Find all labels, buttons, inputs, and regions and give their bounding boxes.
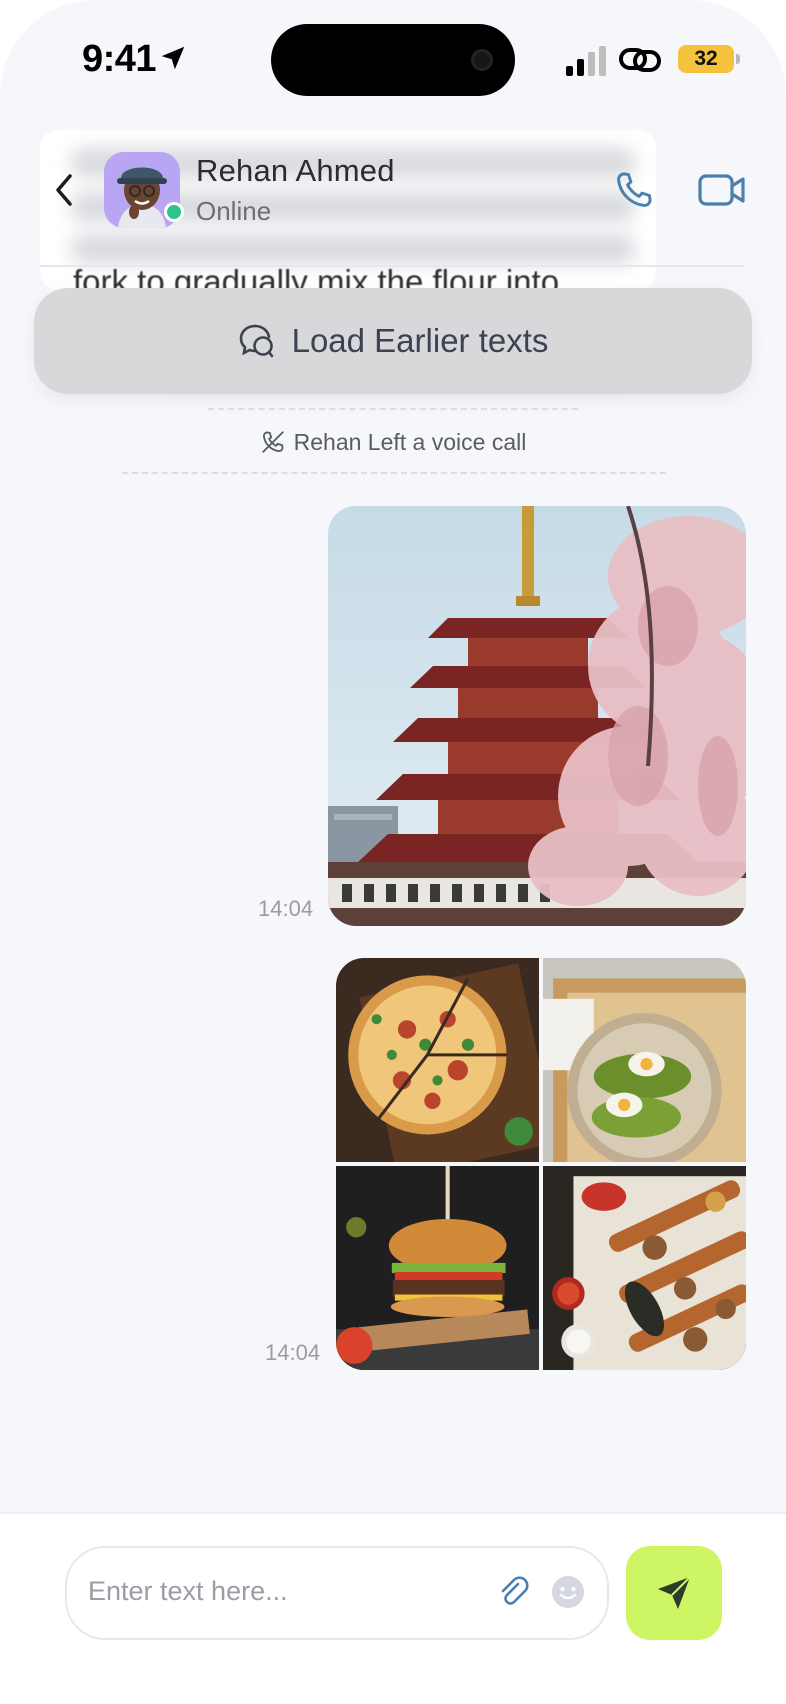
dynamic-island xyxy=(271,24,515,96)
online-indicator xyxy=(164,202,184,222)
image-pizza[interactable] xyxy=(336,958,539,1162)
pagoda-photo xyxy=(328,506,746,926)
image-avocado-toast[interactable] xyxy=(543,958,746,1162)
call-notice-text: Rehan Left a voice call xyxy=(293,428,527,455)
status-bar: 9:41 32 xyxy=(0,0,786,110)
message-time: 14:04 xyxy=(258,896,314,921)
blurred-preview-text: fork to gradually mix the flour into xyxy=(73,263,560,288)
signal-icon xyxy=(566,46,606,76)
phone-icon[interactable] xyxy=(612,168,656,212)
chat-screen: 9:41 32 fork to gradually mix the flour … xyxy=(0,0,786,1704)
message-input-placeholder[interactable]: Enter text here... xyxy=(88,1576,288,1607)
image-burger[interactable] xyxy=(336,1166,539,1370)
image-grid-message[interactable] xyxy=(336,958,746,1370)
camera-icon xyxy=(471,49,493,71)
send-icon xyxy=(658,1576,691,1609)
load-earlier-label: Load Earlier texts xyxy=(291,322,549,359)
missed-call-icon xyxy=(261,431,284,453)
chat-bubbles-icon xyxy=(239,324,273,358)
burger-photo xyxy=(336,1166,539,1370)
image-kebab-platter[interactable] xyxy=(543,1166,746,1370)
divider xyxy=(208,408,578,410)
location-arrow-icon xyxy=(161,46,185,70)
image-message-pagoda[interactable] xyxy=(328,506,746,926)
divider xyxy=(122,472,666,474)
back-arrow-icon[interactable] xyxy=(48,170,82,210)
link-icon xyxy=(619,48,661,72)
send-button[interactable] xyxy=(626,1546,722,1640)
paperclip-icon[interactable] xyxy=(496,1574,532,1610)
load-earlier-button[interactable]: Load Earlier texts xyxy=(34,288,752,394)
avocado-toast-photo xyxy=(543,958,746,1162)
header-divider xyxy=(40,265,745,267)
video-icon[interactable] xyxy=(698,170,746,210)
message-time: 14:04 xyxy=(265,1340,321,1365)
pizza-photo xyxy=(336,958,539,1162)
call-notice: Rehan Left a voice call xyxy=(0,426,786,458)
status-time: 9:41 xyxy=(82,38,157,80)
battery-indicator: 32 xyxy=(678,45,740,73)
contact-name[interactable]: Rehan Ahmed xyxy=(196,153,395,189)
kebab-platter-photo xyxy=(543,1166,746,1370)
contact-status: Online xyxy=(196,196,272,226)
emoji-icon[interactable] xyxy=(550,1574,586,1610)
